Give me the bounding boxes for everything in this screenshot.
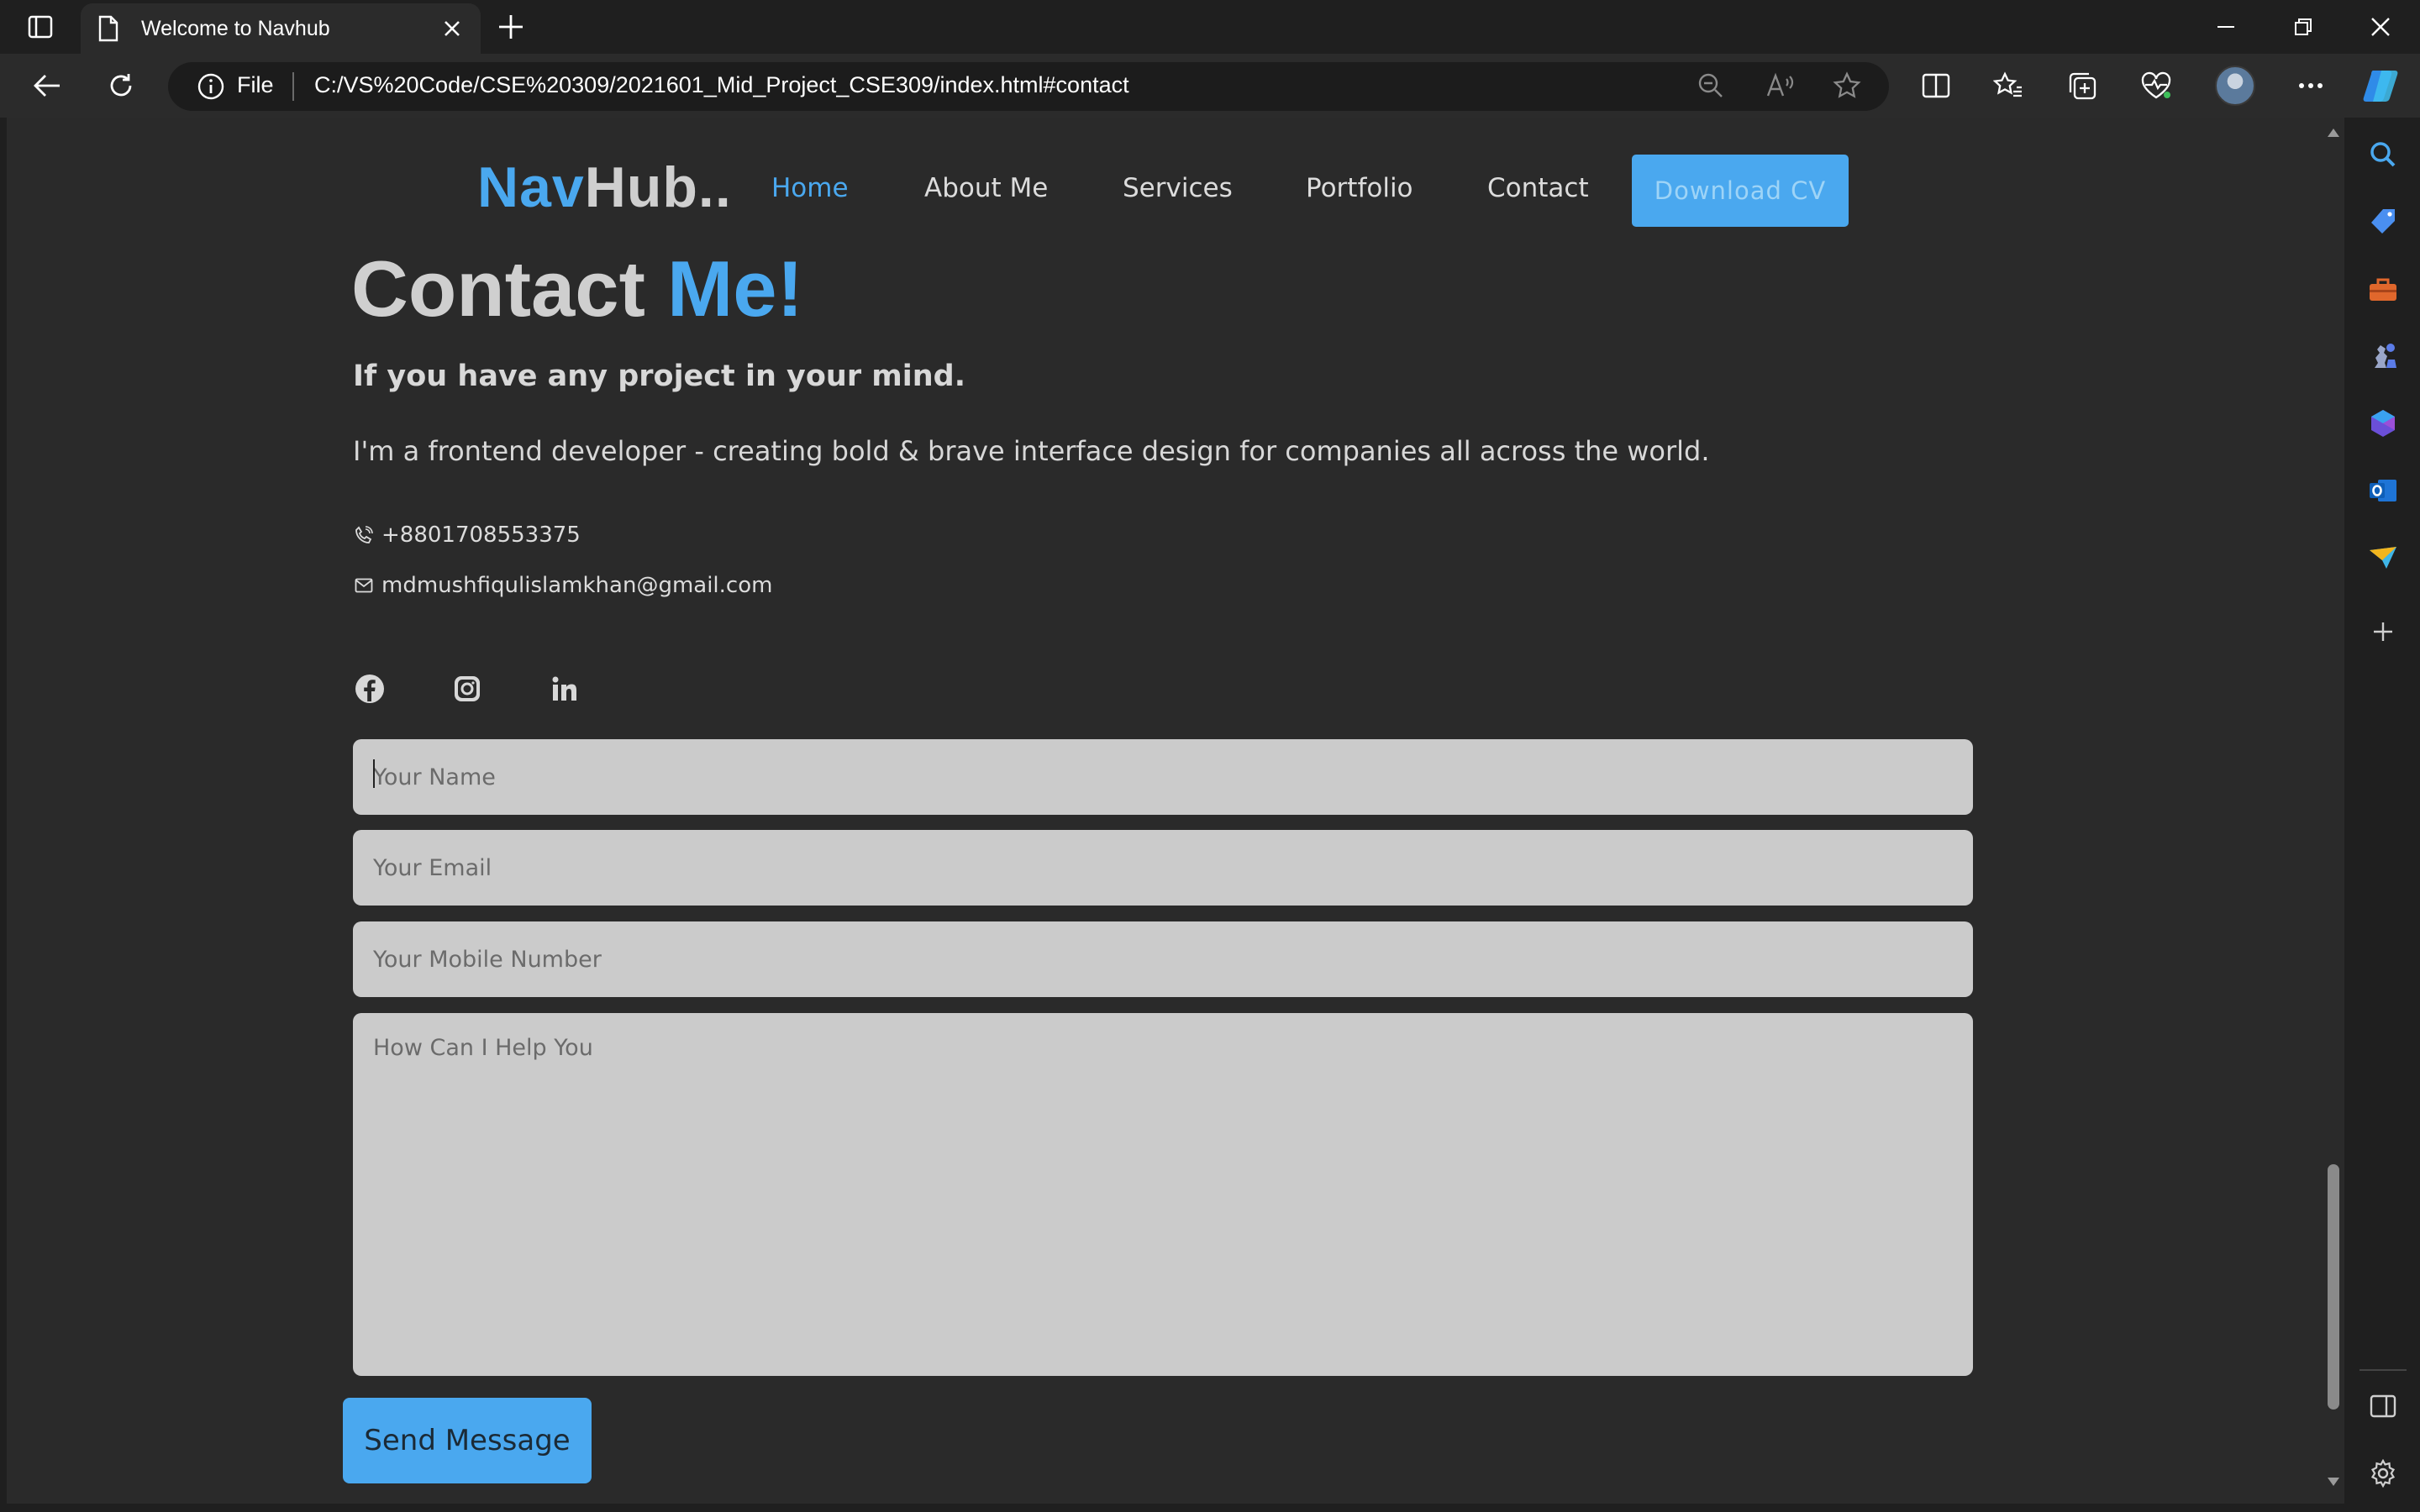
read-aloud-icon [1766, 72, 1794, 97]
new-tab-button[interactable] [496, 12, 526, 45]
zoom-out-button[interactable] [1687, 62, 1734, 109]
browser-sidebar [2344, 118, 2420, 1512]
restore-icon [2295, 18, 2312, 35]
address-scheme-label[interactable]: File [237, 72, 274, 98]
favorites-list-icon [1993, 71, 2022, 97]
shopping-tag-icon [2371, 209, 2395, 234]
read-aloud-button[interactable] [1756, 62, 1803, 109]
sidebar-add-button[interactable] [2366, 615, 2400, 648]
instagram-link[interactable] [450, 672, 484, 706]
collections-button[interactable] [2059, 62, 2106, 109]
nav-link-portfolio[interactable]: Portfolio [1306, 173, 1413, 203]
site-logo[interactable]: NavHub.. [477, 155, 732, 220]
address-separator [292, 72, 294, 101]
copilot-button[interactable] [2361, 66, 2405, 106]
back-arrow-icon [34, 75, 60, 97]
restore-button[interactable] [2274, 10, 2333, 44]
star-icon [1833, 71, 1861, 98]
page-icon [97, 15, 119, 45]
toolbox-icon [2370, 278, 2396, 301]
sidebar-outlook-button[interactable] [2366, 474, 2400, 507]
sidebar-settings-button[interactable] [2366, 1457, 2400, 1490]
sidebar-divider [2360, 1369, 2407, 1371]
nav-link-home[interactable]: Home [771, 173, 849, 203]
nav-link-about[interactable]: About Me [924, 173, 1048, 203]
phone-row: +8801708553375 [355, 522, 581, 548]
settings-and-more-button[interactable] [2287, 62, 2334, 109]
address-url[interactable]: C:/VS%20Code/CSE%20309/2021601_Mid_Proje… [314, 72, 1129, 98]
paper-plane-icon [2370, 547, 2396, 569]
scroll-up-arrow-icon[interactable] [2326, 126, 2341, 142]
back-button[interactable] [24, 62, 71, 109]
logo-part-hub: Hub.. [584, 155, 732, 219]
sidebar-games-button[interactable] [2366, 339, 2400, 373]
linkedin-link[interactable] [548, 672, 581, 706]
profile-avatar[interactable] [2215, 66, 2255, 106]
split-screen-button[interactable] [1912, 62, 1960, 109]
nav-link-contact[interactable]: Contact [1487, 173, 1589, 203]
tab-title: Welcome to Navhub [141, 17, 330, 40]
sidebar-toggle-icon [2370, 1394, 2396, 1418]
contact-subtitle: If you have any project in your mind. [353, 360, 966, 393]
search-icon [2370, 142, 2396, 167]
minimize-icon [2217, 26, 2234, 28]
close-tab-icon[interactable] [440, 17, 464, 44]
phone-number: +8801708553375 [381, 522, 581, 548]
sidebar-drop-button[interactable] [2366, 541, 2400, 575]
download-cv-button[interactable]: Download CV [1632, 155, 1849, 227]
logo-part-nav: Nav [477, 155, 585, 219]
plus-icon [499, 15, 523, 39]
email-row: mdmushfiqulislamkhan@gmail.com [355, 573, 772, 598]
microsoft-365-icon [2371, 410, 2395, 437]
email-address: mdmushfiqulislamkhan@gmail.com [381, 573, 773, 598]
contact-tagline: I'm a frontend developer - creating bold… [353, 435, 1710, 467]
close-icon [2371, 18, 2390, 36]
hide-sidebar-button[interactable] [2366, 1389, 2400, 1423]
more-dots-icon [2299, 83, 2323, 88]
gear-icon [2370, 1459, 2396, 1488]
close-window-button[interactable] [2351, 10, 2410, 44]
instagram-icon [455, 676, 480, 701]
browser-essentials-button[interactable] [2133, 62, 2180, 109]
plus-icon [2374, 622, 2392, 641]
sidebar-office-button[interactable] [2366, 407, 2400, 440]
favorites-button[interactable] [1985, 62, 2032, 109]
copilot-icon [2363, 71, 2398, 102]
favorite-star-button[interactable] [1823, 62, 1870, 109]
mail-icon [355, 578, 373, 593]
refresh-icon [110, 74, 132, 97]
phone-icon [355, 526, 373, 543]
outlook-icon [2370, 480, 2396, 501]
refresh-button[interactable] [97, 62, 145, 109]
sidebar-search-button[interactable] [2366, 138, 2400, 171]
heart-pulse-icon [2141, 71, 2171, 99]
facebook-icon [355, 675, 384, 703]
text-caret [373, 759, 375, 788]
mobile-number-input[interactable] [353, 921, 1973, 997]
message-textarea[interactable] [353, 1013, 1973, 1376]
scroll-down-arrow-icon[interactable] [2326, 1475, 2341, 1491]
send-message-button[interactable]: Send Message [343, 1398, 592, 1483]
title-part-me: Me! [667, 244, 803, 333]
minimize-button[interactable] [2196, 10, 2255, 44]
zoom-out-icon [1698, 73, 1723, 97]
sidebar-shopping-button[interactable] [2366, 205, 2400, 239]
page-title: Contact Me! [351, 244, 803, 334]
name-input[interactable] [353, 739, 1973, 815]
split-screen-icon [1922, 73, 1950, 98]
scrollbar-thumb[interactable] [2328, 1164, 2339, 1410]
collections-icon [2069, 72, 2096, 100]
sidebar-tools-button[interactable] [2366, 272, 2400, 306]
chess-piece-icon [2375, 344, 2396, 368]
facebook-link[interactable] [353, 672, 387, 706]
nav-link-services[interactable]: Services [1123, 173, 1233, 203]
email-input[interactable] [353, 830, 1973, 906]
tab-actions-icon [28, 15, 53, 39]
tab-actions-button[interactable] [24, 12, 57, 42]
site-info-icon[interactable] [197, 72, 225, 104]
browser-tab-active[interactable]: Welcome to Navhub [81, 3, 481, 54]
title-part-contact: Contact [351, 244, 667, 333]
linkedin-icon [552, 676, 576, 701]
